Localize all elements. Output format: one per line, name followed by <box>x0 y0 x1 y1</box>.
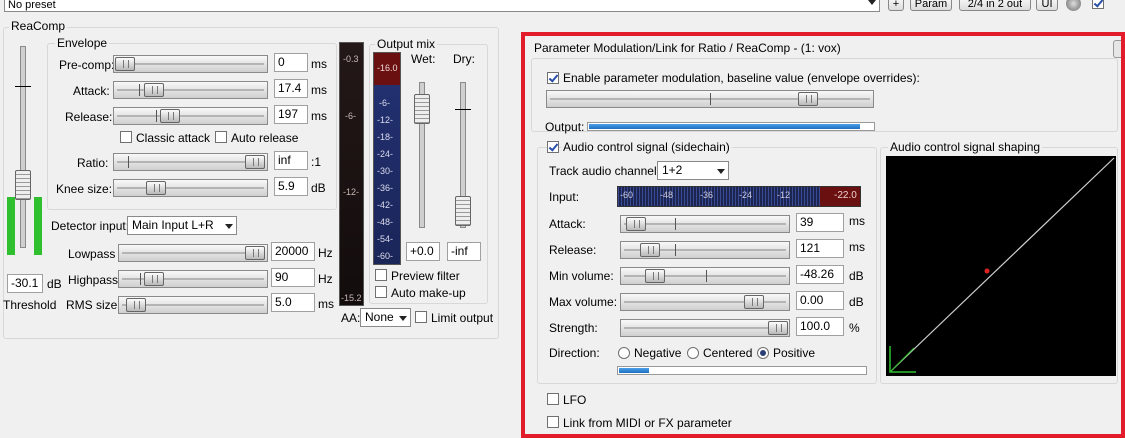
limit-output-checkbox[interactable] <box>415 311 427 323</box>
rms-slider[interactable] <box>118 296 268 314</box>
out-scale-3: -18- <box>377 132 394 142</box>
attack-field[interactable]: 17.4 <box>274 79 308 98</box>
out-scale-7: -42- <box>377 200 394 210</box>
dry-field[interactable]: -inf <box>447 242 481 261</box>
aa-value: None <box>365 310 394 324</box>
out-scale-4: -24- <box>377 149 394 159</box>
gr-label-1: -6- <box>345 111 356 121</box>
out-scale-2: -12- <box>377 115 394 125</box>
chevron-down-icon <box>399 316 407 321</box>
rms-unit: ms <box>318 297 334 311</box>
aa-label: AA: <box>341 311 361 325</box>
dry-fader-thumb[interactable] <box>455 196 471 226</box>
detector-label: Detector input: <box>51 219 130 233</box>
add-preset-button[interactable]: + <box>888 0 904 11</box>
threshold-fader-track[interactable] <box>20 46 26 248</box>
chevron-down-icon <box>225 224 233 229</box>
release-field[interactable]: 197 <box>274 105 308 124</box>
preset-dropdown[interactable]: No preset <box>4 0 880 12</box>
output-meter: -16.0 -6- -12- -18- -24- -30- -36- -42- … <box>373 52 401 265</box>
gain-reduction-meter: -0.3 -6- -12- -15.2 <box>339 42 364 306</box>
ui-button[interactable]: UI <box>1036 0 1058 11</box>
out-scale-1: -6- <box>379 98 390 108</box>
rms-label: RMS size <box>66 298 118 312</box>
classic-attack-label: Classic attack <box>136 131 211 145</box>
param-button[interactable]: Param <box>910 0 952 11</box>
threshold-label: Threshold <box>3 298 57 312</box>
lowpass-unit: Hz <box>318 246 333 260</box>
auto-release-label: Auto release <box>231 131 299 145</box>
wet-label: Wet: <box>411 52 436 66</box>
precomp-label: Pre-comp: <box>59 58 115 72</box>
limit-output-label: Limit output <box>431 311 494 325</box>
highpass-label: Highpass <box>68 273 119 287</box>
envelope-title: Envelope <box>55 36 110 50</box>
auto-makeup-checkbox[interactable] <box>375 286 387 298</box>
release-label: Release: <box>65 110 113 124</box>
input-meter-left <box>7 197 15 255</box>
detector-value: Main Input L+R <box>132 218 214 232</box>
release-unit: ms <box>311 109 327 123</box>
gr-label-3: -15.2 <box>341 293 362 303</box>
bypass-checkbox[interactable] <box>1092 0 1104 9</box>
highpass-field[interactable]: 90 <box>271 268 315 287</box>
out-scale-5: -30- <box>377 166 394 176</box>
lowpass-label: Lowpass <box>68 247 116 261</box>
wet-field[interactable]: +0.0 <box>406 242 440 261</box>
classic-attack-checkbox[interactable] <box>120 131 132 143</box>
knee-slider[interactable] <box>113 179 268 197</box>
attack-slider[interactable] <box>113 81 268 99</box>
io-routing-button[interactable]: 2/4 in 2 out <box>959 0 1031 11</box>
highlight-frame <box>521 32 1125 438</box>
dry-label: Dry: <box>453 52 475 66</box>
gr-label-2: -12- <box>343 187 360 197</box>
ratio-slider[interactable] <box>113 153 268 171</box>
auto-release-checkbox[interactable] <box>215 131 227 143</box>
threshold-fader-thumb[interactable] <box>15 170 31 200</box>
preset-value: No preset <box>8 0 56 11</box>
out-scale-8: -48- <box>377 217 394 227</box>
auto-makeup-label: Auto make-up <box>391 286 466 300</box>
aa-dropdown[interactable]: None <box>360 308 411 327</box>
knee-unit: dB <box>311 181 326 195</box>
chevron-down-icon <box>868 0 876 5</box>
preview-filter-checkbox[interactable] <box>375 269 387 281</box>
lowpass-field[interactable]: 20000 <box>271 242 315 261</box>
attack-label: Attack: <box>73 84 110 98</box>
attack-unit: ms <box>311 83 327 97</box>
out-scale-9: -54- <box>377 234 394 244</box>
precomp-unit: ms <box>311 57 327 71</box>
threshold-field[interactable]: -30.1 <box>7 274 43 293</box>
rms-field[interactable]: 5.0 <box>271 293 315 312</box>
wet-knob-icon[interactable] <box>1066 0 1081 11</box>
gr-label-0: -0.3 <box>343 54 359 64</box>
release-slider[interactable] <box>113 107 268 125</box>
threshold-unit: dB <box>47 277 62 291</box>
preview-filter-label: Preview filter <box>391 269 460 283</box>
precomp-field[interactable]: 0 <box>274 53 308 72</box>
knee-label: Knee size: <box>56 182 113 196</box>
ratio-field[interactable]: inf <box>274 151 308 170</box>
highpass-unit: Hz <box>318 272 333 286</box>
out-scale-0: -16.0 <box>377 63 398 73</box>
output-mix-title: Output mix <box>375 37 438 51</box>
input-meter-right <box>34 197 42 255</box>
lowpass-slider[interactable] <box>118 244 268 262</box>
precomp-slider[interactable] <box>113 55 268 73</box>
detector-dropdown[interactable]: Main Input L+R <box>127 216 237 235</box>
highpass-slider[interactable] <box>118 270 268 288</box>
ratio-label: Ratio: <box>77 156 109 170</box>
out-scale-10: -60- <box>377 251 394 261</box>
knee-field[interactable]: 5.9 <box>274 177 308 196</box>
top-toolbar: No preset + Param 2/4 in 2 out UI <box>0 0 1125 14</box>
out-scale-6: -36- <box>377 183 394 193</box>
reacomp-title: ReaComp <box>9 19 68 33</box>
threshold-tick <box>15 86 31 87</box>
dry-tick <box>455 109 471 110</box>
wet-fader-thumb[interactable] <box>414 94 430 124</box>
ratio-unit: :1 <box>311 155 322 169</box>
